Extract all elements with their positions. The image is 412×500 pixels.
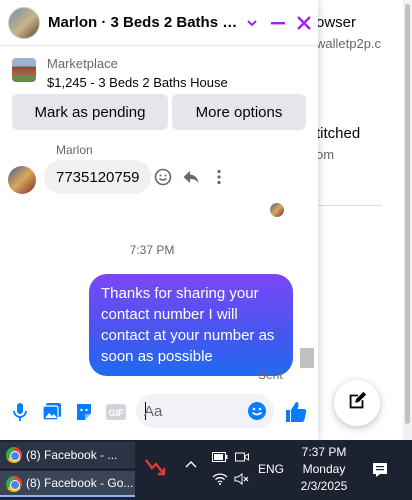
- incoming-message[interactable]: 7735120759: [44, 160, 152, 194]
- svg-text:GIF: GIF: [109, 408, 125, 418]
- minimize-icon[interactable]: [266, 11, 290, 35]
- photo-icon[interactable]: [40, 400, 64, 424]
- react-emoji-icon[interactable]: [152, 166, 174, 188]
- message-thread[interactable]: Marlon 7735120759 7:37 PM Thanks for sha…: [0, 138, 318, 382]
- mark-as-pending-button[interactable]: Mark as pending: [12, 94, 168, 130]
- emoji-icon[interactable]: [247, 401, 267, 426]
- clock-date: 2/3/2025: [300, 479, 348, 493]
- sender-avatar[interactable]: [8, 166, 36, 194]
- sticker-icon[interactable]: [72, 400, 96, 424]
- like-icon[interactable]: [284, 400, 308, 424]
- chevron-down-icon[interactable]: [240, 11, 264, 35]
- taskbar: (8) Facebook - ... (8) Facebook - Go... …: [0, 440, 412, 500]
- listing-thumbnail[interactable]: [12, 58, 36, 82]
- listing-title[interactable]: $1,245 - 3 Beds 2 Baths House: [47, 75, 228, 90]
- close-icon[interactable]: [292, 11, 316, 35]
- chat-window: Marlon · 3 Beds 2 Baths H... Marketplace…: [0, 0, 318, 440]
- outgoing-message[interactable]: Thanks for sharing your contact number I…: [89, 274, 293, 376]
- taskbar-window-label: (8) Facebook - ...: [26, 448, 118, 462]
- page-scrollbar-thumb[interactable]: [405, 4, 410, 424]
- sent-status: Sent: [258, 368, 283, 382]
- gif-icon[interactable]: GIF: [104, 400, 128, 424]
- taskbar-window-facebook-2[interactable]: (8) Facebook - Go...: [0, 471, 135, 497]
- battery-icon[interactable]: [210, 448, 230, 466]
- marketplace-listing[interactable]: Marketplace $1,245 - 3 Beds 2 Baths Hous…: [0, 46, 318, 94]
- message-input[interactable]: [144, 394, 244, 428]
- background-item-title[interactable]: owser: [316, 14, 356, 31]
- more-options-button[interactable]: More options: [172, 94, 306, 130]
- chrome-icon: [6, 447, 22, 463]
- read-receipt-avatar: [270, 203, 284, 217]
- background-item-subtitle-2: om: [316, 147, 335, 162]
- more-options-icon[interactable]: [208, 166, 230, 188]
- background-item-title-2[interactable]: titched: [316, 125, 360, 142]
- taskbar-app-icon[interactable]: [142, 454, 168, 480]
- thread-scrollbar-thumb[interactable]: [300, 348, 314, 368]
- chevron-up-icon[interactable]: [185, 456, 197, 472]
- taskbar-window-label: (8) Facebook - Go...: [26, 476, 134, 490]
- notification-icon[interactable]: [368, 458, 392, 482]
- microphone-icon[interactable]: [8, 400, 32, 424]
- chat-header[interactable]: Marlon · 3 Beds 2 Baths H...: [0, 0, 318, 46]
- camera-icon[interactable]: [232, 448, 252, 466]
- taskbar-window-facebook-1[interactable]: (8) Facebook - ...: [0, 442, 135, 468]
- new-message-button[interactable]: [334, 380, 380, 426]
- system-clock[interactable]: 7:37 PM Monday 2/3/2025: [288, 444, 360, 495]
- message-actions: [152, 166, 230, 188]
- clock-day: Monday: [302, 462, 346, 476]
- volume-muted-icon[interactable]: [232, 470, 252, 488]
- marketplace-label: Marketplace: [47, 56, 118, 71]
- language-indicator[interactable]: ENG: [258, 462, 284, 476]
- message-input-wrapper: [136, 394, 274, 428]
- contact-avatar[interactable]: [8, 6, 40, 39]
- chrome-icon: [6, 476, 22, 492]
- message-timestamp: 7:37 PM: [129, 243, 175, 257]
- clock-time: 7:37 PM: [301, 445, 347, 459]
- compose-icon: [346, 390, 368, 417]
- chat-title[interactable]: Marlon · 3 Beds 2 Baths H...: [48, 14, 238, 31]
- reply-icon[interactable]: [180, 166, 202, 188]
- wifi-icon[interactable]: [210, 470, 230, 488]
- background-item-subtitle: walletp2p.c: [316, 36, 382, 51]
- sender-name: Marlon: [56, 143, 93, 157]
- divider: [316, 205, 382, 206]
- message-composer: GIF: [0, 390, 318, 434]
